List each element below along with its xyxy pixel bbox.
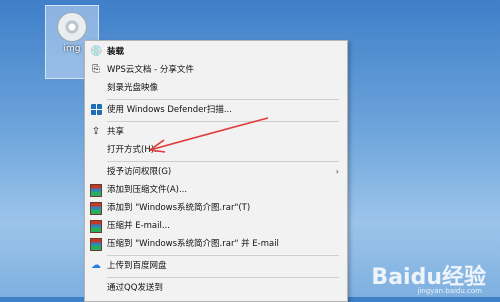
baidu-watermark-url: jingyan.baidu.com	[417, 287, 482, 295]
annotation-arrow	[149, 117, 269, 153]
